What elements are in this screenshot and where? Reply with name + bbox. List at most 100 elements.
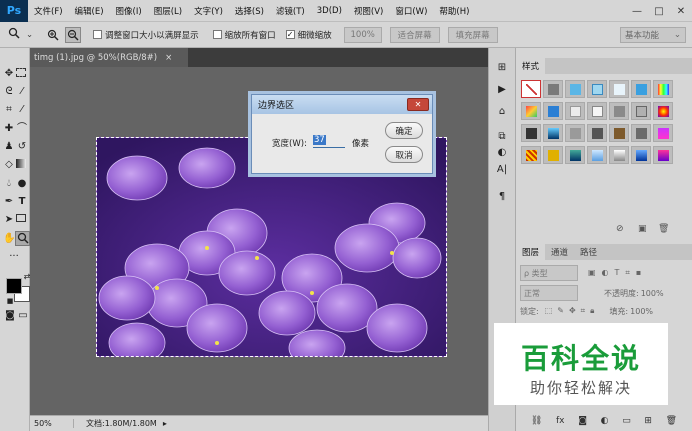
create-style-icon[interactable]: ▣ (638, 224, 647, 234)
style-swatch[interactable] (565, 102, 585, 120)
style-none[interactable] (521, 80, 541, 98)
close-tab-icon[interactable]: × (165, 53, 172, 63)
style-swatch[interactable] (521, 124, 541, 142)
lasso-tool-icon[interactable]: ᘓ (3, 86, 15, 98)
fit-screen-button[interactable]: 适合屏幕 (389, 26, 440, 43)
character-panel-icon[interactable]: A| (496, 164, 508, 176)
tab-layers[interactable]: 图层 (516, 244, 546, 260)
add-mask-icon[interactable]: ◙ (578, 416, 587, 426)
crop-tool-icon[interactable]: ⌗ (3, 104, 15, 116)
style-swatch[interactable] (631, 124, 651, 142)
status-menu-arrow-icon[interactable]: ▸ (163, 419, 167, 428)
style-swatch[interactable] (609, 124, 629, 142)
properties-icon[interactable]: ◐ (496, 147, 508, 159)
document-tab[interactable]: timg (1).jpg @ 50%(RGB/8#) × (30, 48, 188, 67)
style-swatch[interactable] (631, 102, 651, 120)
new-layer-icon[interactable]: ⊞ (644, 416, 652, 426)
hand-tool-icon[interactable]: ✋ (3, 233, 15, 245)
blend-mode-select[interactable]: 正常 (520, 285, 578, 301)
history-brush-icon[interactable]: ↺ (16, 141, 28, 153)
blur-tool-icon[interactable]: 💧︎ (3, 178, 15, 190)
eraser-icon[interactable]: ◇ (3, 159, 15, 171)
scrubby-zoom-checkbox[interactable]: 细微缩放 (285, 29, 332, 41)
quick-mask-icon[interactable]: ◙ (4, 310, 16, 322)
lock-icons[interactable]: ⬚✎✥⌗🔒︎ (545, 306, 600, 316)
style-swatch[interactable] (609, 80, 629, 98)
menu-layer[interactable]: 图层(L) (148, 5, 188, 17)
menu-image[interactable]: 图像(I) (110, 5, 148, 17)
adjustment-layer-icon[interactable]: ◐ (601, 416, 609, 426)
brush-tool-icon[interactable]: ⌒ (16, 123, 28, 135)
zoom-out-icon[interactable] (65, 26, 82, 43)
dialog-close-button[interactable]: ✕ (407, 98, 429, 111)
delete-style-icon[interactable]: 🗑︎ (658, 224, 669, 234)
menu-help[interactable]: 帮助(H) (433, 5, 475, 17)
screen-mode-icon[interactable]: ▭ (17, 310, 29, 322)
actions-panel-icon[interactable]: ▶ (496, 84, 508, 96)
marquee-tool-icon[interactable] (16, 68, 26, 77)
menu-select[interactable]: 选择(S) (229, 5, 270, 17)
style-swatch[interactable] (543, 80, 563, 98)
style-swatch[interactable] (631, 146, 651, 164)
foreground-color-swatch[interactable] (6, 278, 22, 294)
style-swatch[interactable] (653, 146, 673, 164)
fill-value[interactable]: 100% (630, 307, 653, 316)
dodge-tool-icon[interactable]: ● (16, 178, 28, 190)
layer-filter-select[interactable]: ρ 类型 (520, 265, 578, 281)
zoom-100-button[interactable]: 100% (343, 26, 382, 43)
tool-preset-chevron-icon[interactable]: ⌄ (26, 30, 33, 40)
menu-edit[interactable]: 编辑(E) (69, 5, 110, 17)
menu-file[interactable]: 文件(F) (28, 5, 69, 17)
menu-filter[interactable]: 滤镜(T) (270, 5, 311, 17)
cancel-button[interactable]: 取消 (385, 146, 423, 163)
zoom-all-windows-checkbox[interactable]: 缩放所有窗口 (212, 29, 276, 41)
workspace-select[interactable]: 基本功能 ⌄ (620, 26, 686, 43)
style-swatch[interactable] (543, 124, 563, 142)
menu-window[interactable]: 窗口(W) (389, 5, 433, 17)
style-swatch[interactable] (631, 80, 651, 98)
menu-type[interactable]: 文字(Y) (188, 5, 229, 17)
new-group-icon[interactable]: ▭ (622, 416, 631, 426)
style-swatch[interactable] (609, 146, 629, 164)
style-swatch[interactable] (587, 124, 607, 142)
move-tool-icon[interactable]: ✥ (3, 68, 15, 80)
paragraph-panel-icon[interactable]: ¶ (496, 191, 508, 203)
healing-brush-icon[interactable]: ✚ (3, 123, 15, 135)
menu-view[interactable]: 视图(V) (348, 5, 389, 17)
zoom-tool-active-icon[interactable] (15, 231, 30, 246)
menu-3d[interactable]: 3D(D) (311, 6, 348, 16)
resize-windows-checkbox[interactable]: 调整窗口大小以满屏显示 (93, 29, 199, 41)
maximize-button[interactable]: □ (648, 0, 670, 22)
style-swatch[interactable] (521, 146, 541, 164)
style-swatch[interactable] (653, 80, 673, 98)
gradient-tool-icon[interactable] (16, 159, 26, 168)
style-swatch[interactable] (653, 124, 673, 142)
path-selection-icon[interactable]: ➤ (3, 214, 15, 226)
style-swatch[interactable] (543, 102, 563, 120)
new-style-icon[interactable]: ⊘ (616, 224, 624, 234)
rectangle-tool-icon[interactable] (16, 214, 26, 222)
pen-tool-icon[interactable]: ✒ (3, 196, 15, 208)
checkbox-box[interactable] (285, 30, 295, 39)
eyedropper-icon[interactable]: ⁄ (16, 104, 28, 116)
magic-wand-icon[interactable]: ⁄ (16, 86, 28, 98)
tab-channels[interactable]: 通道 (545, 244, 574, 260)
tab-paths[interactable]: 路径 (574, 244, 603, 260)
zoom-level[interactable]: 50% (34, 419, 74, 428)
style-swatch[interactable] (565, 146, 585, 164)
style-swatch[interactable] (587, 146, 607, 164)
style-swatch[interactable] (565, 124, 585, 142)
history-panel-icon[interactable]: ⊞ (496, 62, 508, 74)
brush-panel-icon[interactable]: ⌂ (496, 106, 508, 118)
style-swatch[interactable] (587, 102, 607, 120)
close-window-button[interactable]: ✕ (670, 0, 692, 22)
checkbox-box[interactable] (212, 30, 222, 39)
clone-source-icon[interactable]: ⧉ (496, 131, 508, 143)
type-tool-icon[interactable]: T (16, 196, 28, 208)
style-swatch[interactable] (521, 102, 541, 120)
tab-styles[interactable]: 样式 (516, 58, 546, 74)
link-layers-icon[interactable]: ⛓ (531, 416, 542, 426)
clone-stamp-icon[interactable]: ♟ (3, 141, 15, 153)
zoom-tool-icon[interactable] (8, 27, 22, 42)
style-swatch[interactable] (609, 102, 629, 120)
